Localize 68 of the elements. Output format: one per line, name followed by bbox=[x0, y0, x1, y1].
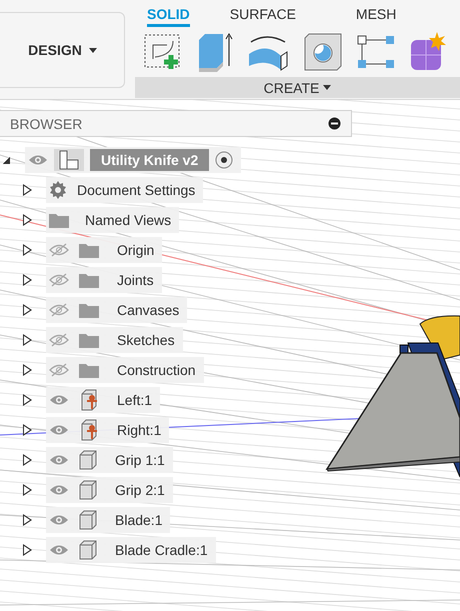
browser-item[interactable]: Sketches bbox=[46, 327, 183, 353]
expand-toggle-icon[interactable] bbox=[23, 184, 32, 196]
browser-item[interactable]: Blade Cradle:1 bbox=[46, 537, 216, 563]
cube-star-icon[interactable] bbox=[409, 32, 447, 72]
item-label: Canvases bbox=[117, 302, 180, 318]
tab[interactable]: SURFACE bbox=[230, 0, 296, 27]
browser-item[interactable]: Grip 2:1 bbox=[46, 477, 173, 503]
browser-item[interactable]: Named Views bbox=[46, 207, 180, 233]
box-icon bbox=[79, 540, 97, 560]
caret-icon bbox=[323, 85, 332, 90]
item-label: Left:1 bbox=[117, 392, 152, 408]
item-label: Grip 1:1 bbox=[115, 452, 165, 468]
expand-toggle-icon[interactable] bbox=[3, 156, 10, 164]
folder-icon bbox=[79, 242, 99, 258]
item-label: Named Views bbox=[85, 212, 172, 228]
folder-icon bbox=[79, 362, 99, 378]
gear-icon bbox=[49, 181, 67, 199]
browser-item[interactable]: Left:1 bbox=[46, 387, 160, 413]
item-label: Origin bbox=[117, 242, 154, 258]
browser-item[interactable]: Joints bbox=[46, 267, 162, 293]
folder-icon bbox=[79, 302, 99, 318]
item-label: Joints bbox=[117, 272, 154, 288]
browser-item[interactable]: Right:1 bbox=[46, 417, 170, 443]
radio-icon[interactable] bbox=[215, 151, 234, 169]
browser-item[interactable]: Blade:1 bbox=[46, 507, 170, 533]
item-label: Right:1 bbox=[117, 422, 162, 438]
rectangle-pattern-icon[interactable] bbox=[357, 35, 395, 69]
expand-toggle-icon[interactable] bbox=[23, 364, 32, 376]
box-icon bbox=[79, 510, 97, 530]
caret-icon bbox=[88, 48, 97, 52]
folder-icon bbox=[79, 272, 99, 288]
extrude-icon[interactable] bbox=[197, 32, 233, 72]
pushpin-icon bbox=[79, 389, 99, 411]
folder-icon bbox=[79, 332, 99, 348]
pushpin-icon bbox=[79, 419, 99, 441]
box-icon bbox=[79, 450, 97, 470]
browser-item[interactable]: Origin bbox=[46, 237, 162, 263]
item-label: Blade:1 bbox=[115, 512, 162, 528]
expand-toggle-icon[interactable] bbox=[23, 244, 32, 256]
expand-toggle-icon[interactable] bbox=[23, 304, 32, 316]
folder-icon bbox=[49, 212, 69, 228]
expand-toggle-icon[interactable] bbox=[23, 544, 32, 556]
create-menu[interactable]: CREATE bbox=[135, 77, 460, 98]
browser-item[interactable]: Construction bbox=[46, 357, 204, 383]
design-button[interactable]: DESIGN bbox=[0, 12, 125, 88]
expand-toggle-icon[interactable] bbox=[23, 334, 32, 346]
item-label: Document Settings bbox=[77, 182, 196, 198]
item-label: Blade Cradle:1 bbox=[115, 542, 208, 558]
expand-toggle-icon[interactable] bbox=[23, 424, 32, 436]
collapse-icon[interactable] bbox=[328, 117, 341, 130]
expand-toggle-icon[interactable] bbox=[23, 274, 32, 286]
item-label: Grip 2:1 bbox=[115, 482, 165, 498]
expand-toggle-icon[interactable] bbox=[23, 484, 32, 496]
item-label: Construction bbox=[117, 362, 196, 378]
component-icon bbox=[59, 150, 79, 170]
item-label: Sketches bbox=[117, 332, 175, 348]
browser-item[interactable]: Document Settings bbox=[46, 177, 204, 203]
tab[interactable]: MESH bbox=[356, 0, 396, 27]
browser-item[interactable]: Canvases bbox=[46, 297, 188, 323]
shell-box-icon[interactable] bbox=[303, 32, 343, 72]
expand-toggle-icon[interactable] bbox=[23, 454, 32, 466]
expand-toggle-icon[interactable] bbox=[23, 394, 32, 406]
expand-toggle-icon[interactable] bbox=[23, 514, 32, 526]
expand-toggle-icon[interactable] bbox=[23, 214, 32, 226]
browser-item[interactable]: Grip 1:1 bbox=[46, 447, 173, 473]
box-icon bbox=[79, 480, 97, 500]
browser-title: BROWSER bbox=[10, 116, 82, 132]
root-title: Utility Knife v2 bbox=[90, 149, 210, 171]
